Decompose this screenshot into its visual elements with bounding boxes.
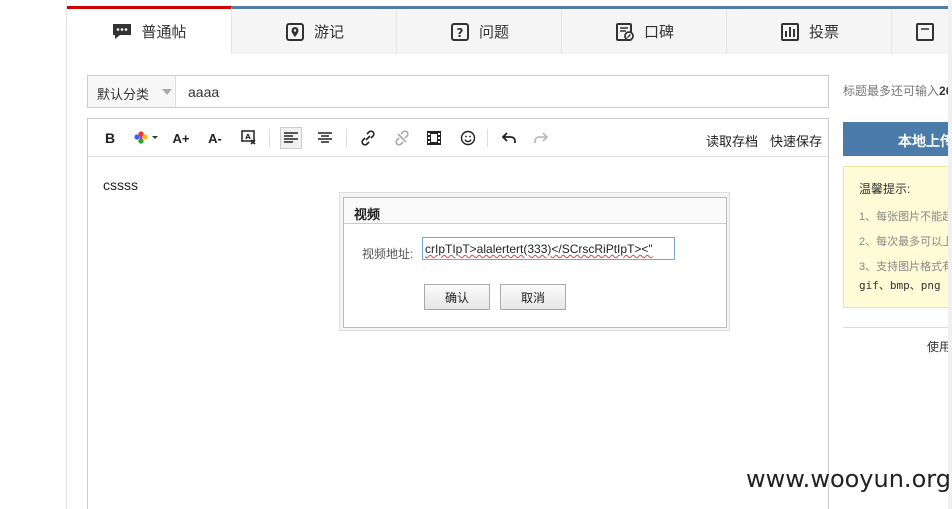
tips-heading: 温馨提示: [859,182,911,196]
tab-label: 口碑 [643,24,674,41]
align-left-icon[interactable] [280,127,302,149]
tip-item: 1、每张图片不能超 [859,211,952,223]
left-gutter-line [66,0,67,509]
tab-label: 普通帖 [141,24,187,41]
cancel-button[interactable]: 取消 [500,284,566,310]
question-icon: ? [449,21,471,43]
video-icon[interactable] [423,127,445,149]
bold-icon[interactable]: B [99,127,121,149]
unlink-icon[interactable] [391,127,413,149]
document-icon [914,21,936,43]
read-draft-link[interactable]: 读取存档 [706,131,758,150]
tab-travel-notes[interactable]: 游记 [232,9,397,54]
editor-toolbar: B A+ A- A 读取存档 快速保存 [88,119,828,157]
redo-icon[interactable] [530,127,552,149]
color-palette-icon[interactable] [132,127,162,149]
editor-content[interactable]: cssss [103,177,138,193]
svg-text:A: A [245,133,251,141]
undo-icon[interactable] [498,127,520,149]
tab-vote[interactable]: 投票 [727,9,892,54]
video-url-value: crIpTIpT>alalertert(333)</SCrscRiPtIpT><… [425,242,653,256]
tip-item: 2、每次最多可以上 [859,236,952,248]
speech-bubble-icon [111,21,133,43]
local-upload-button[interactable]: 本地上传 [843,122,952,156]
tab-more[interactable] [892,9,952,54]
quick-save-link[interactable]: 快速保存 [770,131,822,150]
review-icon [614,21,636,43]
scrollbar[interactable] [948,0,952,509]
title-row: 默认分类 aaaa [87,75,829,108]
tab-question[interactable]: ? 问题 [397,9,562,54]
video-url-input[interactable]: crIpTIpT>alalertert(333)</SCrscRiPtIpT><… [422,237,675,260]
font-decrease-icon[interactable]: A- [204,127,226,149]
category-value: 默认分类 [97,87,150,102]
font-increase-icon[interactable]: A+ [170,127,192,149]
svg-text:?: ? [457,26,464,40]
tip-formats: gif、bmp、png [859,279,941,292]
category-select[interactable]: 默认分类 [88,76,176,107]
link-icon[interactable] [357,127,379,149]
video-url-label: 视频地址: [362,247,414,261]
align-center-icon[interactable] [314,127,336,149]
dialog-titlebar: 视频 [344,198,726,224]
dialog-title: 视频 [354,207,381,222]
post-type-tabs: 普通帖 游记 ? 问题 口碑 投票 [67,0,952,55]
clear-format-icon[interactable]: A [238,127,260,149]
emoji-icon[interactable] [457,127,479,149]
watermark: www.wooyun.org [746,465,951,493]
bar-chart-icon [779,21,801,43]
video-dialog: 视频 视频地址: crIpTIpT>alalertert(333)</SCrsc… [339,192,730,331]
title-input[interactable]: aaaa [188,84,219,100]
confirm-button[interactable]: 确认 [424,284,490,310]
map-pin-icon [284,21,306,43]
tab-label: 游记 [313,24,344,41]
chevron-down-icon [162,89,172,95]
tips-box: 温馨提示: 1、每张图片不能超 2、每次最多可以上 3、支持图片格式有 gif、… [843,166,952,308]
tab-normal-post[interactable]: 普通帖 [67,6,232,54]
title-char-hint: 标题最多还可输入26 [843,84,952,98]
tab-label: 问题 [478,24,509,41]
divider [843,327,952,328]
tab-label: 投票 [808,24,839,41]
tip-item: 3、支持图片格式有 [859,261,952,273]
tab-review[interactable]: 口碑 [562,9,727,54]
